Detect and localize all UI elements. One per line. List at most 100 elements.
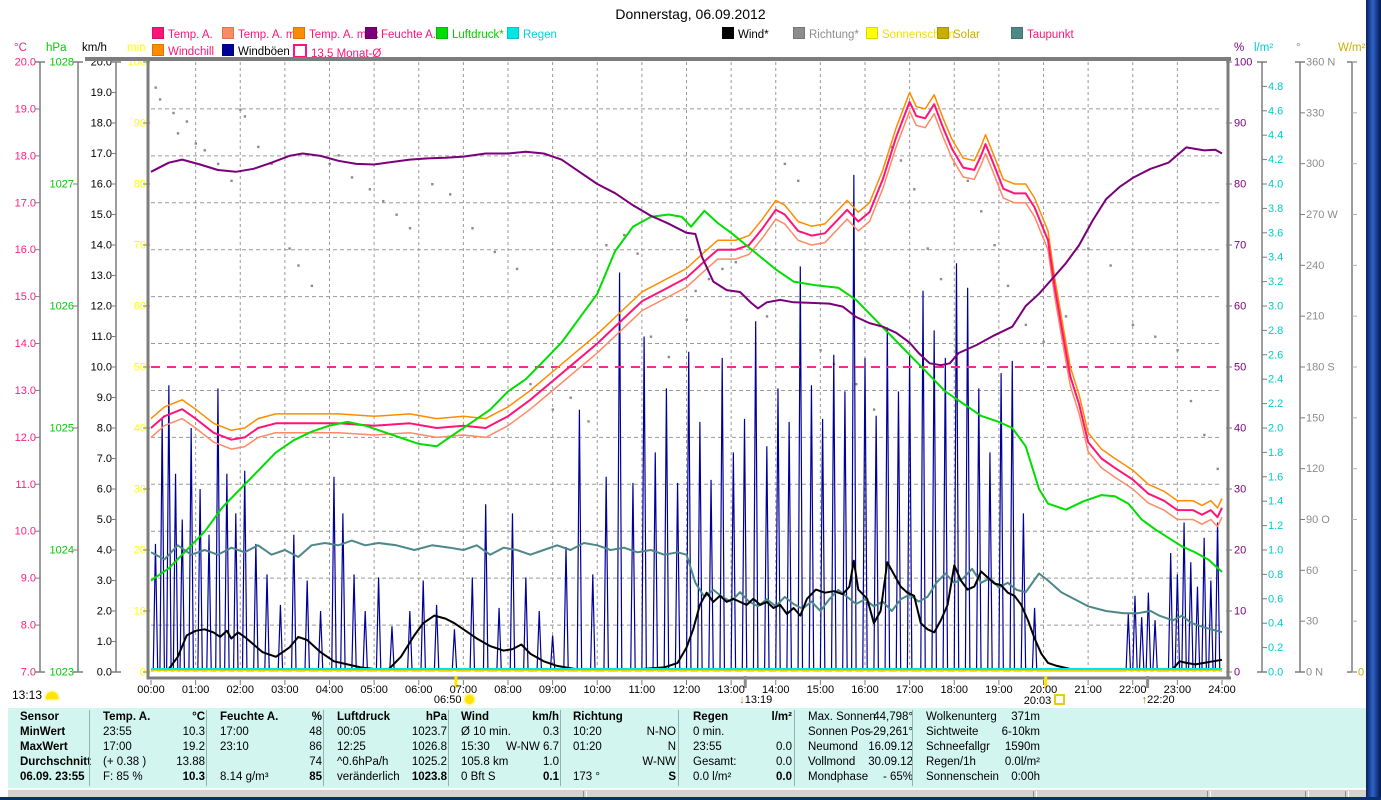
summary-table: Sensor MinWert MaxWert Durchschnitt 06.09. 2…: [8, 708, 1366, 788]
svg-text:13.0: 13.0: [15, 385, 36, 397]
x-tick-label: 24:00: [1208, 684, 1236, 696]
svg-text:30: 30: [1234, 484, 1246, 496]
svg-text:60: 60: [1234, 301, 1246, 313]
svg-text:30: 30: [1306, 616, 1318, 628]
table-divider: [323, 710, 324, 786]
moonset-arrow-icon: ↓: [739, 694, 745, 706]
x-tick-label: 15:00: [806, 684, 835, 696]
svg-text:11.0: 11.0: [91, 331, 112, 343]
svg-text:1026: 1026: [50, 301, 74, 313]
col-header-4: Richtung: [573, 711, 623, 723]
svg-text:2.0: 2.0: [1268, 423, 1283, 435]
extra-value: 0.0l/m²: [1004, 756, 1040, 768]
svg-text:80: 80: [1234, 179, 1246, 191]
svg-text:90 O: 90 O: [1306, 514, 1330, 526]
x-tick-label: 16:00: [851, 684, 879, 696]
svg-text:3.0: 3.0: [1268, 301, 1283, 313]
svg-text:1025: 1025: [50, 423, 74, 435]
table-divider: [448, 710, 449, 786]
svg-text:2.0: 2.0: [97, 606, 112, 618]
svg-text:13.0: 13.0: [91, 270, 112, 282]
svg-text:16.0: 16.0: [91, 179, 112, 191]
svg-text:360 N: 360 N: [1306, 57, 1335, 69]
svg-text:1028: 1028: [50, 57, 74, 69]
svg-text:14.0: 14.0: [91, 240, 112, 252]
svg-text:4.6: 4.6: [1268, 105, 1283, 117]
svg-text:300: 300: [1306, 158, 1324, 170]
x-tick-label: 08:00: [494, 684, 522, 696]
svg-text:16.0: 16.0: [15, 244, 36, 256]
sunrise-icon: [464, 695, 474, 704]
moonset-annotation: ↓13:19: [739, 694, 773, 706]
svg-text:1.8: 1.8: [1268, 447, 1283, 459]
svg-text:17.0: 17.0: [15, 197, 36, 209]
svg-text:150: 150: [1306, 412, 1324, 424]
moonrise-annotation: ↑22:20: [1141, 694, 1175, 706]
x-tick-label: 17:00: [895, 684, 924, 696]
svg-text:12.0: 12.0: [15, 432, 36, 444]
svg-text:14.0: 14.0: [15, 338, 36, 350]
svg-text:11.0: 11.0: [15, 479, 36, 491]
x-tick-label: 05:00: [360, 684, 388, 696]
col-unit-3: km/h: [532, 711, 559, 723]
extra-value: 371m: [1011, 711, 1040, 723]
svg-text:0.0: 0.0: [97, 667, 112, 679]
svg-text:9.0: 9.0: [21, 573, 36, 585]
moonrise-arrow-icon: ↑: [1141, 694, 1148, 706]
svg-text:2.2: 2.2: [1268, 398, 1283, 410]
svg-text:270 W: 270 W: [1306, 209, 1338, 221]
svg-text:10.0: 10.0: [91, 362, 112, 374]
svg-text:1.0: 1.0: [97, 636, 112, 648]
svg-text:17.0: 17.0: [91, 148, 112, 160]
svg-text:12.0: 12.0: [91, 301, 112, 313]
svg-text:1.0: 1.0: [1268, 545, 1283, 557]
svg-text:1023: 1023: [50, 667, 74, 679]
svg-text:0.0: 0.0: [1268, 667, 1283, 679]
svg-text:18.0: 18.0: [91, 118, 112, 130]
svg-text:1.2: 1.2: [1268, 520, 1283, 532]
svg-text:20: 20: [1234, 545, 1246, 557]
svg-text:7.0: 7.0: [97, 453, 112, 465]
x-tick-label: 06:00: [404, 684, 433, 696]
x-tick-label: 18:00: [940, 684, 969, 696]
svg-text:50: 50: [1234, 362, 1246, 374]
svg-text:20.0: 20.0: [15, 57, 36, 69]
sunrise-annotation: 06:50: [434, 694, 474, 706]
x-tick-label: 04:00: [315, 684, 344, 696]
window-right-border: [1366, 0, 1381, 800]
x-tick-label: 19:00: [985, 684, 1013, 696]
x-tick-label: 11:00: [628, 684, 656, 696]
svg-text:330: 330: [1306, 107, 1324, 119]
svg-text:240: 240: [1306, 260, 1324, 272]
table-divider: [678, 710, 679, 786]
svg-text:4.8: 4.8: [1268, 81, 1283, 93]
svg-text:0 N: 0 N: [1306, 667, 1323, 679]
x-tick-label: 01:00: [181, 684, 210, 696]
extra-value: 0:00h: [1011, 771, 1040, 783]
svg-text:0.4: 0.4: [1268, 618, 1283, 630]
svg-text:3.8: 3.8: [1268, 203, 1283, 215]
svg-text:4.2: 4.2: [1268, 154, 1283, 166]
weather-app-window: Donnerstag, 06.09.2012 Temp. A. Temp. A. …: [0, 0, 1381, 800]
table-divider: [794, 710, 795, 786]
x-tick-label: 02:00: [226, 684, 255, 696]
svg-text:1027: 1027: [50, 179, 74, 191]
svg-text:8.0: 8.0: [21, 620, 36, 632]
x-tick-label: 00:00: [137, 684, 165, 696]
svg-text:19.0: 19.0: [91, 87, 112, 99]
svg-text:0.8: 0.8: [1268, 569, 1283, 581]
weather-chart: 20.0 19.0 18.0 17.0 16.0 15.0 14.0 13.0 12.0 11.0…: [15, 57, 1364, 688]
svg-text:0: 0: [1358, 667, 1364, 679]
svg-text:10: 10: [1234, 606, 1246, 618]
svg-text:210: 210: [1306, 311, 1324, 323]
svg-text:1024: 1024: [50, 545, 74, 557]
svg-text:4.4: 4.4: [1268, 130, 1283, 142]
svg-text:0.2: 0.2: [1268, 642, 1283, 654]
svg-text:15.0: 15.0: [15, 291, 36, 303]
svg-text:7.0: 7.0: [21, 667, 36, 679]
cell-value: N-NO: [646, 726, 676, 738]
svg-text:9.0: 9.0: [97, 392, 112, 404]
svg-text:15.0: 15.0: [91, 209, 112, 221]
svg-text:2.6: 2.6: [1268, 349, 1283, 361]
svg-text:3.6: 3.6: [1268, 227, 1283, 239]
